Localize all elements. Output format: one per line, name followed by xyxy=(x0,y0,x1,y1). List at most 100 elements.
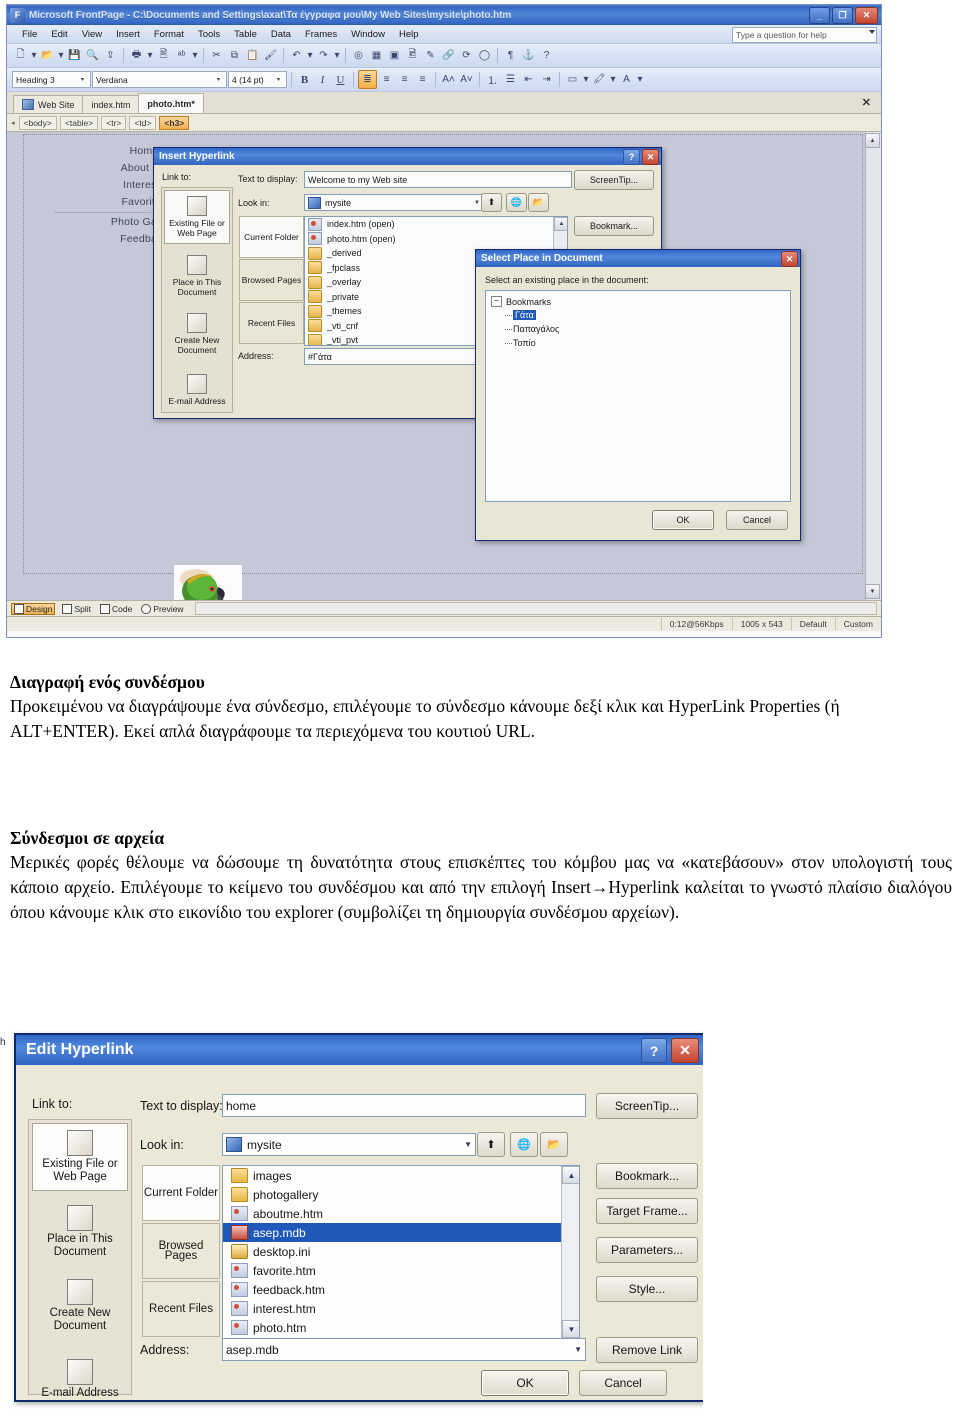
bulleted-list-icon[interactable]: ☰ xyxy=(502,71,519,88)
edit-hyperlink-file-list[interactable]: images photogallery aboutme.htm asep.mdb… xyxy=(222,1165,580,1339)
canvas-vertical-scrollbar[interactable]: ▲ ▼ xyxy=(865,132,881,600)
file-list-item[interactable]: feedback.htm xyxy=(223,1280,579,1299)
menu-item-format[interactable]: Format xyxy=(147,28,191,41)
chevron-down-icon[interactable]: ▾ xyxy=(77,73,88,86)
quick-tag-tr[interactable]: <tr> xyxy=(101,115,127,130)
up-one-level-icon[interactable]: ⬆ xyxy=(481,193,502,212)
open-dropdown-icon[interactable]: ▾ xyxy=(57,47,65,64)
file-list-item[interactable]: photo.htm xyxy=(223,1318,579,1337)
bold-button[interactable]: B xyxy=(296,71,313,88)
format-painter-icon[interactable]: 🖌 xyxy=(262,47,279,64)
target-frame-button[interactable]: Target Frame... xyxy=(596,1198,698,1224)
insert-table-icon[interactable]: ▦ xyxy=(368,47,385,64)
style-combo[interactable]: Heading 3 ▾ xyxy=(12,71,91,88)
insert-picture-icon[interactable]: 🖻 xyxy=(404,47,421,64)
edit-hyperlink-ok-button[interactable]: OK xyxy=(481,1370,569,1396)
scroll-down-icon[interactable]: ▼ xyxy=(562,1320,579,1338)
tree-collapse-icon[interactable]: − xyxy=(491,296,502,307)
bookmark-button[interactable]: Bookmark... xyxy=(596,1163,698,1189)
font-size-combo[interactable]: 4 (14 pt) ▾ xyxy=(228,71,287,88)
italic-button[interactable]: I xyxy=(314,71,331,88)
text-to-display-input[interactable]: Welcome to my Web site xyxy=(304,171,572,188)
align-right-icon[interactable]: ≡ xyxy=(396,71,413,88)
close-icon[interactable]: ✕ xyxy=(671,1038,699,1063)
scroll-up-icon[interactable]: ▲ xyxy=(554,217,567,231)
menu-item-table[interactable]: Table xyxy=(227,28,264,41)
stop-icon[interactable]: ◯ xyxy=(476,47,493,64)
link-to-email-address[interactable]: E-mail Address xyxy=(32,1351,128,1407)
file-list-item-selected[interactable]: asep.mdb xyxy=(223,1223,579,1242)
search-icon[interactable]: 🔍 xyxy=(84,47,101,64)
parameters-button[interactable]: Parameters... xyxy=(596,1237,698,1263)
publish-icon[interactable]: ⇪ xyxy=(102,47,119,64)
chevron-down-icon[interactable]: ▾ xyxy=(582,71,590,88)
decrease-font-size-icon[interactable]: A˅ xyxy=(458,71,475,88)
link-to-existing-file[interactable]: Existing File or Web Page xyxy=(32,1123,128,1191)
print-icon[interactable]: 🖶 xyxy=(128,47,145,64)
file-list-item[interactable]: index.htm (open) xyxy=(305,217,567,232)
chevron-down-icon[interactable] xyxy=(869,30,875,34)
up-one-level-icon[interactable]: ⬆ xyxy=(477,1132,505,1157)
view-design-button[interactable]: Design xyxy=(11,602,56,615)
new-dropdown-icon[interactable]: ▾ xyxy=(30,47,38,64)
browse-for-file-icon[interactable]: 📂 xyxy=(528,193,549,212)
link-to-place-in-document[interactable]: Place in This Document xyxy=(32,1199,128,1265)
web-component-icon[interactable]: ◎ xyxy=(350,47,367,64)
browse-the-web-icon[interactable]: 🌐 xyxy=(506,193,527,212)
new-page-icon[interactable]: 🗋 xyxy=(12,47,29,64)
font-combo[interactable]: Verdana ▾ xyxy=(92,71,227,88)
open-icon[interactable]: 📂 xyxy=(39,47,56,64)
menu-item-insert[interactable]: Insert xyxy=(109,28,147,41)
select-place-ok-button[interactable]: OK xyxy=(652,510,714,530)
menu-item-view[interactable]: View xyxy=(75,28,109,41)
link-to-panel[interactable]: Existing File or Web Page Place in This … xyxy=(161,187,233,413)
copy-icon[interactable]: ⧉ xyxy=(226,47,243,64)
tree-item-bookmark[interactable]: Γάτα xyxy=(505,308,790,322)
bookmark-tree[interactable]: − Bookmarks Γάτα Παπαγάλος Τοπίο xyxy=(485,290,791,502)
recent-files-button[interactable]: Recent Files xyxy=(142,1281,220,1337)
screentip-button[interactable]: ScreenTip... xyxy=(596,1093,698,1119)
quick-tag-body[interactable]: <body> xyxy=(18,115,57,130)
help-icon[interactable]: ? xyxy=(538,47,555,64)
view-preview-button[interactable]: Preview xyxy=(139,603,185,614)
edit-hyperlink-cancel-button[interactable]: Cancel xyxy=(579,1370,667,1396)
horizontal-scrollbar[interactable] xyxy=(194,602,877,615)
print-dropdown-icon[interactable]: ▾ xyxy=(146,47,154,64)
chevron-left-icon[interactable]: ◂ xyxy=(11,119,15,127)
chevron-down-icon[interactable]: ▾ xyxy=(609,71,617,88)
align-center-icon[interactable]: ≡ xyxy=(378,71,395,88)
cut-icon[interactable]: ✂ xyxy=(208,47,225,64)
insert-hyperlink-icon[interactable]: 🔗 xyxy=(440,47,457,64)
help-icon[interactable]: ? xyxy=(623,149,640,165)
justify-icon[interactable]: ≡ xyxy=(414,71,431,88)
tree-item-bookmark[interactable]: Τοπίο xyxy=(505,336,790,350)
link-to-place-in-document[interactable]: Place in This Document xyxy=(164,250,230,302)
link-to-email-address[interactable]: E-mail Address xyxy=(164,368,230,412)
chevron-down-icon[interactable]: ▼ xyxy=(574,1345,582,1354)
ask-a-question-input[interactable]: Type a question for help xyxy=(732,27,877,43)
borders-icon[interactable]: ▭ xyxy=(564,71,581,88)
quick-tag-td[interactable]: <td> xyxy=(129,115,157,130)
undo-icon[interactable]: ↶ xyxy=(288,47,305,64)
insert-layer-icon[interactable]: ▣ xyxy=(386,47,403,64)
bookmark-button[interactable]: Bookmark... xyxy=(574,216,654,236)
current-folder-button[interactable]: Current Folder xyxy=(142,1165,220,1221)
link-to-create-new-document[interactable]: Create New Document xyxy=(164,308,230,360)
scroll-up-icon[interactable]: ▲ xyxy=(865,133,880,148)
close-icon[interactable]: ✕ xyxy=(781,251,798,267)
close-icon[interactable]: ✕ xyxy=(642,149,659,165)
look-in-combo[interactable]: mysite ▼ xyxy=(304,194,484,211)
browse-for-file-icon[interactable]: 📂 xyxy=(540,1132,568,1157)
menu-item-window[interactable]: Window xyxy=(344,28,392,41)
decrease-indent-icon[interactable]: ⇤ xyxy=(520,71,537,88)
redo-dropdown-icon[interactable]: ▾ xyxy=(333,47,341,64)
quick-tag-table[interactable]: <table> xyxy=(59,115,99,130)
help-icon[interactable]: ? xyxy=(641,1038,667,1063)
file-list-scrollbar[interactable]: ▲ ▼ xyxy=(561,1166,579,1338)
tab-photo-htm[interactable]: photo.htm* xyxy=(138,93,204,113)
quick-tag-h3[interactable]: <h3> xyxy=(159,115,190,130)
style-button[interactable]: Style... xyxy=(596,1276,698,1302)
numbered-list-icon[interactable]: ⒈ xyxy=(484,71,501,88)
chevron-down-icon[interactable]: ▼ xyxy=(464,1140,472,1149)
chevron-down-icon[interactable]: ▼ xyxy=(474,200,480,206)
